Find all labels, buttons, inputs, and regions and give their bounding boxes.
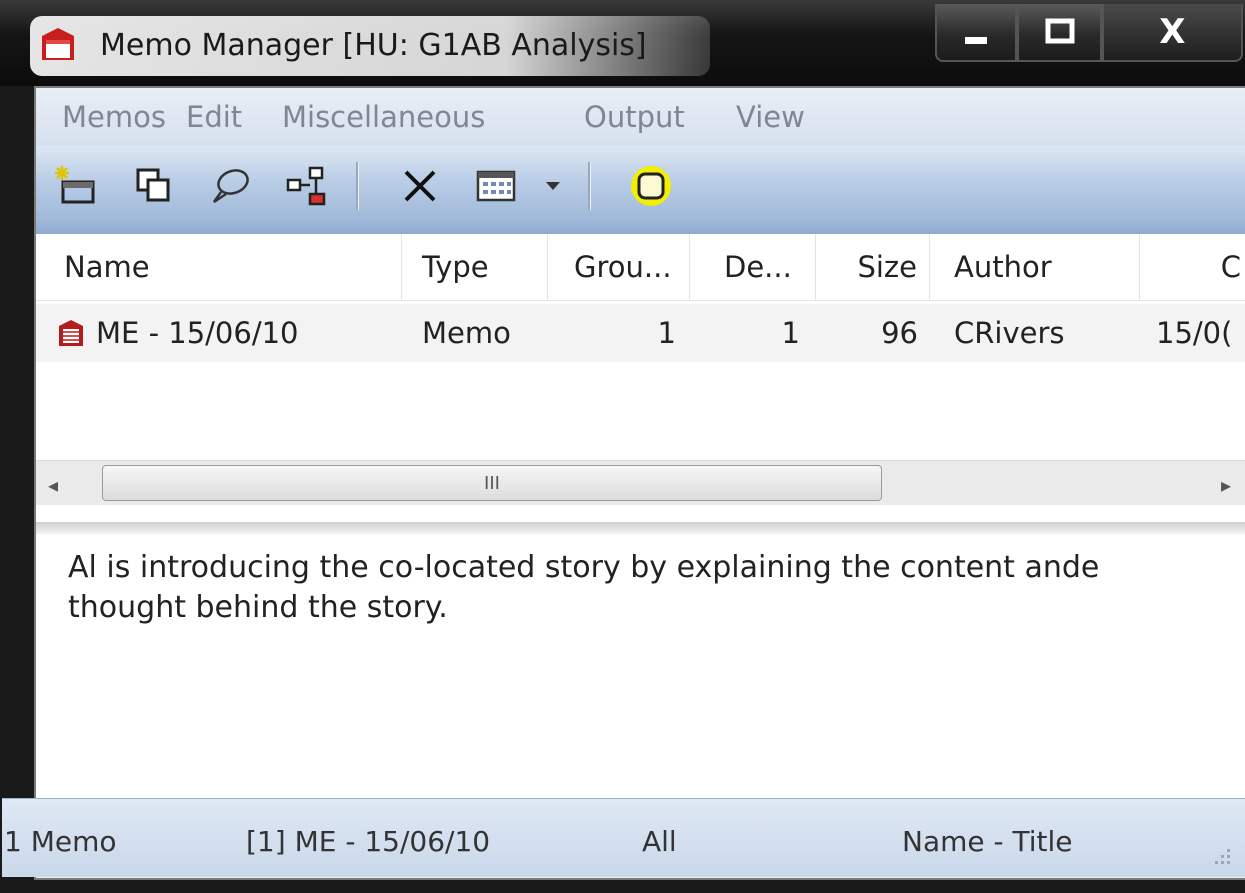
- memo-list: Name Type Grou... De... Size Author C ME…: [36, 234, 1245, 522]
- column-header-type[interactable]: Type: [402, 234, 548, 300]
- horizontal-scrollbar[interactable]: ◂ III ▸: [36, 460, 1245, 505]
- window-title: Memo Manager [HU: G1AB Analysis]: [100, 28, 647, 63]
- row-author: CRivers: [954, 316, 1065, 350]
- scroll-right-icon[interactable]: ▸: [1221, 473, 1231, 497]
- status-sort: Name - Title: [902, 825, 1073, 858]
- title-bar[interactable]: Memo Manager [HU: G1AB Analysis] X: [0, 0, 1245, 86]
- calendar-icon: [476, 170, 516, 202]
- comment-icon: [212, 169, 249, 204]
- minimize-icon: [965, 37, 988, 44]
- row-type: Memo: [422, 316, 511, 350]
- row-name-cell: ME - 15/06/10: [56, 304, 402, 362]
- menu-bar: Memos Edit Miscellaneous Output View: [36, 88, 1245, 146]
- memo-text-area[interactable]: Al is introducing the co-located story b…: [36, 534, 1245, 798]
- status-filter: All: [642, 825, 677, 858]
- app-icon: [42, 28, 74, 60]
- status-bar: 1 Memo [1] ME - 15/06/10 All Name - Titl…: [2, 798, 1245, 877]
- delete-icon: [404, 170, 436, 202]
- row-groups: 1: [657, 316, 676, 350]
- calendar-dropdown-button[interactable]: [536, 160, 570, 212]
- menu-output[interactable]: Output: [584, 100, 685, 134]
- window-controls: X: [935, 4, 1243, 62]
- calendar-button[interactable]: [468, 160, 524, 212]
- new-memo-icon: [55, 166, 95, 204]
- table-row[interactable]: ME - 15/06/10 Memo 1 1 96 CRivers 15/0(: [36, 304, 1245, 362]
- resize-grip-icon[interactable]: [1211, 845, 1233, 867]
- memo-icon: [59, 320, 83, 346]
- delete-button[interactable]: [392, 160, 448, 212]
- column-header-groups[interactable]: Grou...: [548, 234, 690, 300]
- minimize-button[interactable]: [935, 4, 1018, 62]
- scroll-left-icon[interactable]: ◂: [48, 473, 58, 497]
- scroll-thumb[interactable]: III: [102, 465, 882, 501]
- menu-view[interactable]: View: [736, 100, 805, 134]
- highlight-icon: [631, 166, 671, 206]
- duplicate-icon: [136, 168, 170, 202]
- comment-button[interactable]: [204, 160, 256, 212]
- maximize-icon: [1045, 18, 1075, 44]
- toolbar-separator: [588, 162, 591, 210]
- toolbar-separator: [356, 162, 359, 210]
- column-header-created[interactable]: C: [1140, 234, 1245, 300]
- row-density: 1: [781, 316, 800, 350]
- highlight-button[interactable]: [622, 160, 680, 212]
- network-icon: [286, 166, 326, 206]
- duplicate-button[interactable]: [128, 160, 180, 212]
- list-header: Name Type Grou... De... Size Author C: [36, 234, 1245, 301]
- row-name: ME - 15/06/10: [96, 316, 299, 350]
- network-button[interactable]: [280, 160, 336, 212]
- maximize-button[interactable]: [1017, 4, 1102, 62]
- memo-manager-window: Memo Manager [HU: G1AB Analysis] X Memos…: [0, 0, 1245, 893]
- row-created: 15/0(: [1156, 316, 1233, 350]
- row-size: 96: [881, 316, 918, 350]
- menu-memos[interactable]: Memos: [62, 100, 166, 134]
- menu-miscellaneous[interactable]: Miscellaneous: [282, 100, 485, 134]
- scroll-thumb-grip: III: [484, 472, 500, 494]
- column-header-density[interactable]: De...: [690, 234, 816, 300]
- menu-edit[interactable]: Edit: [186, 100, 242, 134]
- column-header-author[interactable]: Author: [930, 234, 1140, 300]
- close-button[interactable]: X: [1101, 4, 1243, 62]
- column-header-name[interactable]: Name: [36, 234, 402, 300]
- client-area: Memos Edit Miscellaneous Output View Nam…: [2, 86, 1245, 880]
- status-memo-count: 1 Memo: [4, 825, 117, 858]
- column-header-size[interactable]: Size: [816, 234, 930, 300]
- toolbar: [36, 146, 1245, 234]
- status-selected-memo: [1] ME - 15/06/10: [246, 825, 491, 858]
- close-icon: X: [1159, 12, 1186, 52]
- new-memo-button[interactable]: [50, 160, 102, 212]
- dropdown-arrow-icon: [546, 182, 560, 190]
